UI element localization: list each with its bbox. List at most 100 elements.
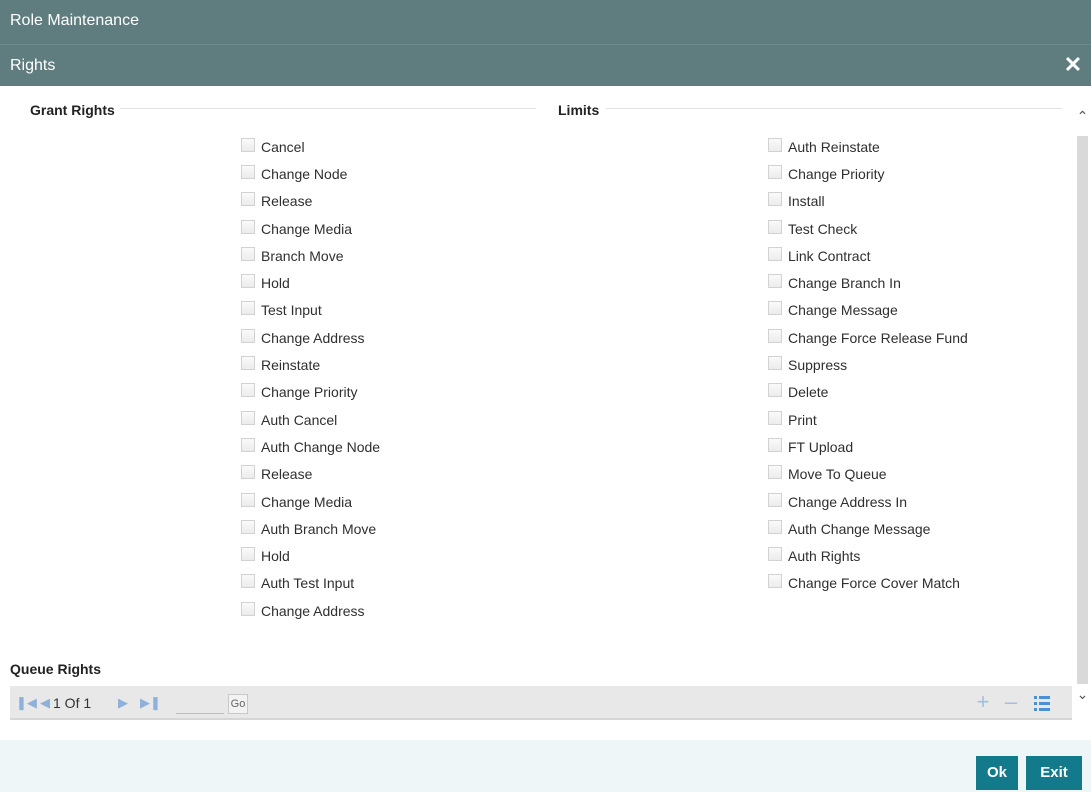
limit-checkbox[interactable] — [768, 301, 782, 316]
add-row-icon[interactable]: + — [972, 690, 994, 714]
limit-label: Move To Queue — [788, 466, 887, 483]
limit-checkbox[interactable] — [768, 574, 782, 589]
grant-right-checkbox[interactable] — [241, 410, 255, 425]
limits-divider — [606, 108, 1062, 109]
grant-right-checkbox[interactable] — [241, 465, 255, 480]
grant-right-checkbox[interactable] — [241, 192, 255, 207]
list-view-icon[interactable] — [1032, 693, 1052, 713]
grant-right-row: Auth Branch Move — [241, 515, 380, 542]
limit-checkbox[interactable] — [768, 356, 782, 371]
grant-rights-heading: Grant Rights — [30, 102, 115, 118]
grant-right-checkbox[interactable] — [241, 519, 255, 534]
grant-right-checkbox[interactable] — [241, 328, 255, 343]
limit-label: Auth Rights — [788, 548, 861, 565]
limit-checkbox[interactable] — [768, 465, 782, 480]
limit-row: Print — [768, 406, 968, 433]
grant-right-checkbox[interactable] — [241, 356, 255, 371]
queue-rights-heading: Queue Rights — [10, 661, 102, 677]
first-page-icon[interactable]: ❚◀ — [16, 695, 37, 711]
grant-right-row: Auth Test Input — [241, 570, 380, 597]
vertical-scrollbar[interactable]: ⌃ ⌄ — [1074, 94, 1091, 706]
limit-label: Delete — [788, 384, 829, 401]
limit-row: Auth Rights — [768, 542, 968, 569]
grant-right-label: Change Address — [261, 602, 365, 619]
grant-right-label: Change Priority — [261, 384, 358, 401]
grant-right-label: Test Input — [261, 302, 322, 319]
scroll-thumb[interactable] — [1077, 136, 1088, 684]
grant-right-checkbox[interactable] — [241, 137, 255, 152]
limit-checkbox[interactable] — [768, 410, 782, 425]
grant-right-row: Change Node — [241, 160, 380, 187]
grant-right-row: Cancel — [241, 133, 380, 160]
grant-right-checkbox[interactable] — [241, 547, 255, 562]
limit-row: Delete — [768, 379, 968, 406]
grant-right-label: Change Media — [261, 493, 353, 510]
limit-row: Change Force Cover Match — [768, 570, 968, 597]
next-page-icon[interactable]: ▶ — [118, 695, 128, 711]
limit-label: Auth Change Message — [788, 520, 931, 537]
limit-row: Change Force Release Fund — [768, 324, 968, 351]
grant-right-row: Auth Change Node — [241, 433, 380, 460]
grant-right-checkbox[interactable] — [241, 574, 255, 589]
limit-label: Test Check — [788, 220, 858, 237]
limits-list: Auth Reinstate Change Priority Install Test… — [768, 133, 968, 597]
previous-page-icon[interactable]: ◀ — [40, 695, 50, 711]
limit-label: Change Force Cover Match — [788, 575, 960, 592]
close-icon[interactable]: ✕ — [1061, 52, 1085, 78]
limit-checkbox[interactable] — [768, 437, 782, 452]
grant-right-label: Branch Move — [261, 247, 344, 264]
grant-right-checkbox[interactable] — [241, 274, 255, 289]
dialog-footer: Ok Exit — [0, 740, 1091, 792]
limit-checkbox[interactable] — [768, 192, 782, 207]
grant-right-row: Change Address — [241, 324, 380, 351]
window-title: Role Maintenance — [10, 12, 139, 29]
grant-right-row: Auth Cancel — [241, 406, 380, 433]
limit-label: Change Force Release Fund — [788, 329, 968, 346]
last-page-icon[interactable]: ▶❚ — [140, 695, 161, 711]
grant-right-label: Cancel — [261, 138, 305, 155]
limit-checkbox[interactable] — [768, 328, 782, 343]
grant-right-checkbox[interactable] — [241, 246, 255, 261]
exit-button[interactable]: Exit — [1026, 756, 1082, 790]
grant-right-row: Reinstate — [241, 351, 380, 378]
limit-row: Change Priority — [768, 160, 968, 187]
grant-right-row: Change Address — [241, 597, 380, 624]
limit-label: Install — [788, 193, 825, 210]
grant-right-row: Change Media — [241, 488, 380, 515]
limit-checkbox[interactable] — [768, 492, 782, 507]
grant-right-row: Test Input — [241, 297, 380, 324]
grant-right-label: Change Address — [261, 329, 365, 346]
limit-checkbox[interactable] — [768, 547, 782, 562]
limit-checkbox[interactable] — [768, 519, 782, 534]
grant-right-checkbox[interactable] — [241, 437, 255, 452]
go-button[interactable]: Go — [228, 694, 248, 714]
dialog-header: Rights ✕ — [0, 44, 1091, 86]
queue-rights-pager: ❚◀ ◀ 1 Of 1 ▶ ▶❚ Go + – — [10, 686, 1072, 720]
limit-row: Test Check — [768, 215, 968, 242]
grant-right-label: Hold — [261, 548, 290, 565]
grant-right-checkbox[interactable] — [241, 601, 255, 616]
limit-row: Change Branch In — [768, 269, 968, 296]
grant-right-checkbox[interactable] — [241, 164, 255, 179]
limit-checkbox[interactable] — [768, 219, 782, 234]
ok-button[interactable]: Ok — [976, 756, 1018, 790]
grant-right-row: Hold — [241, 542, 380, 569]
limit-label: Change Branch In — [788, 275, 901, 292]
page-number-input[interactable] — [176, 694, 224, 714]
limit-checkbox[interactable] — [768, 383, 782, 398]
limit-checkbox[interactable] — [768, 246, 782, 261]
grant-right-label: Auth Change Node — [261, 438, 381, 455]
remove-row-icon[interactable]: – — [1000, 690, 1022, 714]
grant-right-checkbox[interactable] — [241, 301, 255, 316]
grant-right-checkbox[interactable] — [241, 219, 255, 234]
scroll-up-icon[interactable]: ⌃ — [1074, 106, 1091, 126]
limit-checkbox[interactable] — [768, 164, 782, 179]
limit-label: Change Priority — [788, 165, 885, 182]
grant-right-checkbox[interactable] — [241, 383, 255, 398]
limit-checkbox[interactable] — [768, 137, 782, 152]
grant-right-label: Change Media — [261, 220, 353, 237]
page-indicator: 1 Of 1 — [53, 695, 92, 711]
scroll-down-icon[interactable]: ⌄ — [1074, 684, 1091, 704]
limit-checkbox[interactable] — [768, 274, 782, 289]
grant-right-checkbox[interactable] — [241, 492, 255, 507]
